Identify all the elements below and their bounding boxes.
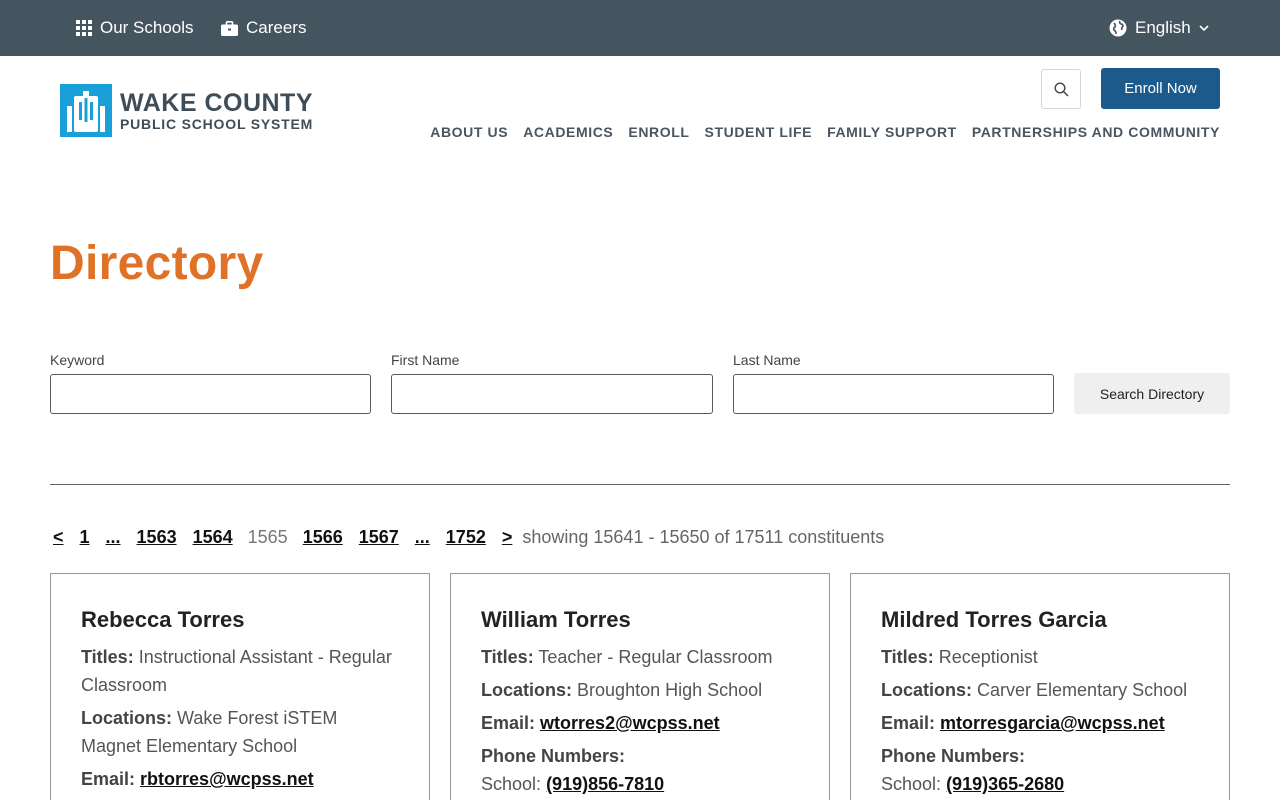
person-email: Email: mtorresgarcia@wcpss.net [881, 709, 1199, 737]
titles-label: Titles: [481, 647, 534, 667]
school-phone-label: School: [481, 774, 542, 794]
titles-label: Titles: [881, 647, 934, 667]
our-schools-link[interactable]: Our Schools [76, 0, 194, 56]
person-name: William Torres [481, 607, 631, 632]
locations-label: Locations: [881, 680, 973, 700]
person-phones: Phone Numbers: [881, 742, 1199, 770]
email-label: Email: [881, 713, 936, 733]
directory-card: Mildred Torres Garcia Titles: Receptioni… [850, 573, 1230, 800]
locations-label: Locations: [81, 708, 173, 728]
person-name: Mildred Torres Garcia [881, 607, 1107, 632]
email-label: Email: [481, 713, 536, 733]
nav-partnerships-community[interactable]: PARTNERSHIPS AND COMMUNITY [972, 124, 1220, 140]
person-locations: Locations: Broughton High School [481, 676, 799, 704]
results-count: showing 15641 - 15650 of 17511 constitue… [522, 527, 885, 547]
directory-card: William Torres Titles: Teacher - Regular… [450, 573, 830, 800]
nav-enroll[interactable]: ENROLL [628, 124, 689, 140]
page-ellipsis-end[interactable]: ... [412, 527, 433, 548]
search-directory-button[interactable]: Search Directory [1074, 373, 1230, 414]
careers-link[interactable]: Careers [221, 0, 306, 56]
first-name-input[interactable] [391, 374, 713, 414]
person-phones: Phone Numbers: [481, 742, 799, 770]
page-current: 1565 [247, 527, 288, 547]
section-divider [50, 484, 1230, 485]
email-link[interactable]: rbtorres@wcpss.net [140, 769, 314, 789]
pagination: < 1 ... 1563 1564 1565 1566 1567 ... 175… [50, 527, 884, 548]
building-logo-icon [60, 84, 112, 137]
phone-link[interactable]: (919)365-2680 [946, 774, 1064, 794]
grid-icon [76, 20, 92, 36]
location-value: Carver Elementary School [977, 680, 1188, 700]
person-email: Email: wtorres2@wcpss.net [481, 709, 799, 737]
search-icon [1053, 81, 1069, 97]
language-label: English [1135, 18, 1191, 37]
page-link-1566[interactable]: 1566 [300, 527, 346, 548]
last-name-input[interactable] [733, 374, 1054, 414]
keyword-label: Keyword [50, 352, 105, 368]
person-titles: Titles: Receptionist [881, 643, 1199, 671]
logo-line-2: PUBLIC SCHOOL SYSTEM [120, 115, 314, 132]
email-label: Email: [81, 769, 136, 789]
title-value: Receptionist [938, 647, 1038, 667]
page-first-link[interactable]: 1 [77, 527, 93, 548]
person-school-phone: School: (919)365-2680 [881, 770, 1199, 798]
chevron-down-icon [1199, 24, 1209, 31]
language-selector[interactable]: English [1109, 0, 1217, 56]
nav-student-life[interactable]: STUDENT LIFE [705, 124, 813, 140]
nav-about-us[interactable]: ABOUT US [430, 124, 508, 140]
location-value: Broughton High School [577, 680, 763, 700]
person-titles: Titles: Teacher - Regular Classroom [481, 643, 799, 671]
our-schools-label: Our Schools [100, 18, 194, 37]
person-titles: Titles: Instructional Assistant - Regula… [81, 643, 399, 699]
first-name-label: First Name [391, 352, 460, 368]
school-phone-label: School: [881, 774, 942, 794]
nav-academics[interactable]: ACADEMICS [523, 124, 613, 140]
directory-card: Rebecca Torres Titles: Instructional Ass… [50, 573, 430, 800]
wcpss-logo[interactable]: WAKE COUNTY PUBLIC SCHOOL SYSTEM [60, 84, 313, 137]
site-search-button[interactable] [1041, 69, 1081, 109]
careers-label: Careers [246, 18, 307, 37]
logo-line-1: WAKE COUNTY [120, 88, 313, 117]
titles-label: Titles: [81, 647, 134, 667]
phones-label: Phone Numbers: [481, 746, 626, 766]
page-next-link[interactable]: > [499, 527, 516, 548]
title-value: Teacher - Regular Classroom [538, 647, 773, 667]
email-link[interactable]: wtorres2@wcpss.net [540, 713, 720, 733]
page-ellipsis-start[interactable]: ... [103, 527, 124, 548]
person-locations: Locations: Wake Forest iSTEM Magnet Elem… [81, 704, 399, 760]
page-last-link[interactable]: 1752 [443, 527, 489, 548]
main-navigation: ABOUT US ACADEMICS ENROLL STUDENT LIFE F… [430, 124, 1220, 140]
phones-label: Phone Numbers: [881, 746, 1026, 766]
page-link-1563[interactable]: 1563 [134, 527, 180, 548]
person-email: Email: rbtorres@wcpss.net [81, 765, 399, 793]
page-prev-link[interactable]: < [50, 527, 67, 548]
last-name-label: Last Name [733, 352, 801, 368]
utility-bar: Our Schools Careers English [0, 0, 1280, 56]
email-link[interactable]: mtorresgarcia@wcpss.net [940, 713, 1165, 733]
page-link-1567[interactable]: 1567 [356, 527, 402, 548]
page-link-1564[interactable]: 1564 [190, 527, 236, 548]
person-locations: Locations: Carver Elementary School [881, 676, 1199, 704]
logo-wordmark: WAKE COUNTY PUBLIC SCHOOL SYSTEM [120, 90, 313, 132]
locations-label: Locations: [481, 680, 573, 700]
keyword-input[interactable] [50, 374, 371, 414]
nav-family-support[interactable]: FAMILY SUPPORT [827, 124, 957, 140]
page-title: Directory [50, 237, 264, 290]
person-name: Rebecca Torres [81, 607, 245, 632]
briefcase-icon [221, 20, 238, 36]
enroll-now-button[interactable]: Enroll Now [1101, 68, 1220, 109]
person-school-phone: School: (919)856-7810 [481, 770, 799, 798]
phone-link[interactable]: (919)856-7810 [546, 774, 664, 794]
globe-icon [1109, 19, 1127, 37]
